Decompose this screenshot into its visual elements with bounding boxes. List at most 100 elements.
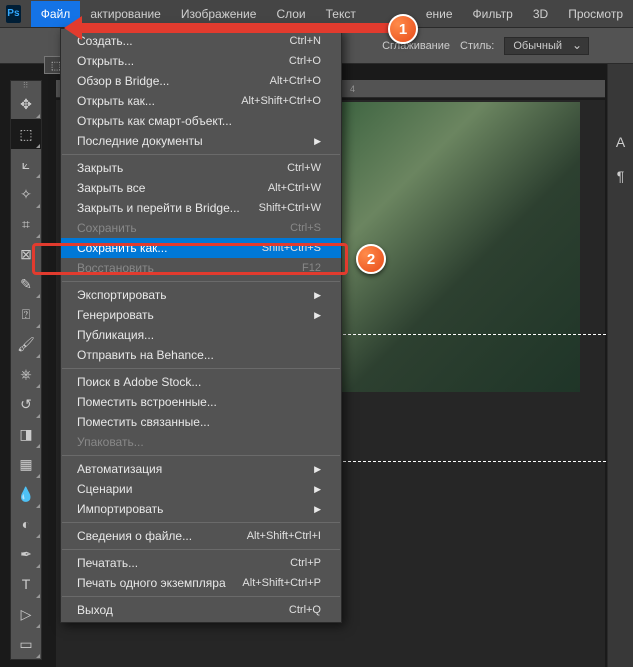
ruler-tick: 4 [350, 84, 355, 94]
menu-item[interactable]: Открыть как смарт-объект... [61, 111, 341, 131]
menu-item[interactable]: Печать одного экземпляраAlt+Shift+Ctrl+P [61, 573, 341, 593]
menu-item[interactable]: Открыть как...Alt+Shift+Ctrl+O [61, 91, 341, 111]
menu-item-label: Печатать... [77, 556, 138, 570]
menu-item-label: Сценарии [77, 482, 132, 496]
menu-item-label: Последние документы [77, 134, 203, 148]
frame-tool[interactable]: ⊠ [11, 239, 41, 269]
menu-separator [62, 154, 340, 155]
move-tool[interactable]: ✥ [11, 89, 41, 119]
eraser-tool[interactable]: ◨ [11, 419, 41, 449]
menu-shortcut: F12 [302, 262, 321, 274]
menu-item[interactable]: Закрыть и перейти в Bridge...Shift+Ctrl+… [61, 198, 341, 218]
menu-item-label: Открыть как смарт-объект... [77, 114, 232, 128]
submenu-arrow-icon: ▶ [314, 484, 321, 495]
menu-item-label: Создать... [77, 34, 133, 48]
brush-tool[interactable]: 🖌 [11, 329, 41, 359]
submenu-arrow-icon: ▶ [314, 504, 321, 515]
menu-item[interactable]: Сведения о файле... Alt+Shift+Ctrl+I [61, 526, 341, 546]
menu-separator [62, 596, 340, 597]
menu-item[interactable]: Последние документы▶ [61, 131, 341, 151]
menu-item-label: Выход [77, 603, 113, 617]
pen-tool[interactable]: ✒ [11, 539, 41, 569]
healing-tool[interactable]: ⍰ [11, 299, 41, 329]
magic-wand-tool[interactable]: ✧ [11, 179, 41, 209]
smoothing-label: Сглаживание [382, 40, 450, 52]
lasso-tool[interactable]: ⟀ [11, 149, 41, 179]
menu-item: Упаковать... [61, 432, 341, 452]
menu-item[interactable]: Закрыть всеAlt+Ctrl+W [61, 178, 341, 198]
menu-separator [62, 522, 340, 523]
crop-tool[interactable]: ⌗ [11, 209, 41, 239]
menu-item[interactable]: Выход Ctrl+Q [61, 600, 341, 620]
eyedropper-tool[interactable]: ✎ [11, 269, 41, 299]
panel-strip: A ¶ [607, 64, 633, 667]
blur-tool[interactable]: 💧 [11, 479, 41, 509]
menu-item-label: Закрыть и перейти в Bridge... [77, 201, 240, 215]
submenu-arrow-icon: ▶ [314, 310, 321, 321]
history-brush-tool[interactable]: ↺ [11, 389, 41, 419]
menu-item-label: Экспортировать [77, 288, 167, 302]
menu-item[interactable]: Генерировать ▶ [61, 305, 341, 325]
menu-separator [62, 281, 340, 282]
annotation-callout-1: 1 [388, 14, 418, 44]
paragraph-panel-icon[interactable]: ¶ [617, 168, 625, 184]
menu-item[interactable]: Экспортировать▶ [61, 285, 341, 305]
style-label: Стиль: [460, 40, 494, 52]
annotation-arrow [80, 23, 390, 33]
path-select-tool[interactable]: ▷ [11, 599, 41, 629]
menu-item-label: Сохранить [77, 221, 137, 235]
gradient-tool[interactable]: ▦ [11, 449, 41, 479]
menu-filter[interactable]: Фильтр [463, 1, 523, 27]
menu-item-label: Открыть как... [77, 94, 155, 108]
menu-shortcut: Alt+Shift+Ctrl+P [242, 577, 321, 589]
menu-shortcut: Ctrl+W [287, 162, 321, 174]
menu-item[interactable]: Открыть... Ctrl+O [61, 51, 341, 71]
style-select[interactable]: Обычный [504, 37, 589, 55]
menu-item-label: Поместить встроенные... [77, 395, 217, 409]
app-logo: Ps [6, 5, 21, 23]
menu-item[interactable]: Импортировать ▶ [61, 499, 341, 519]
menu-item[interactable]: Автоматизация ▶ [61, 459, 341, 479]
type-tool[interactable]: T [11, 569, 41, 599]
menu-item-label: Автоматизация [77, 462, 162, 476]
toolbox-grip[interactable]: ⠿ [11, 81, 41, 89]
menu-item[interactable]: Поместить связанные... [61, 412, 341, 432]
menu-item: Восстановить F12 [61, 258, 341, 278]
stamp-tool[interactable]: ⎈ [11, 359, 41, 389]
menu-item-label: Сохранить как... [77, 241, 167, 255]
menu-item[interactable]: Сценарии ▶ [61, 479, 341, 499]
submenu-arrow-icon: ▶ [314, 464, 321, 475]
menu-item-label: Закрыть [77, 161, 123, 175]
menu-item-label: Сведения о файле... [77, 529, 192, 543]
menu-item[interactable]: Обзор в Bridge...Alt+Ctrl+O [61, 71, 341, 91]
menu-shortcut: Alt+Shift+Ctrl+I [247, 530, 321, 542]
menu-shortcut: Alt+Ctrl+O [270, 75, 321, 87]
menu-item-label: Поиск в Adobe Stock... [77, 375, 201, 389]
menu-3d[interactable]: 3D [523, 1, 558, 27]
menu-shortcut: Ctrl+Q [289, 604, 321, 616]
menu-item-label: Открыть... [77, 54, 134, 68]
menu-separator [62, 549, 340, 550]
menu-item[interactable]: Сохранить как...Shift+Ctrl+S [61, 238, 341, 258]
shape-tool[interactable]: ▭ [11, 629, 41, 659]
menu-view[interactable]: Просмотр [558, 1, 633, 27]
menu-item[interactable]: Поместить встроенные... [61, 392, 341, 412]
menu-item-label: Восстановить [77, 261, 154, 275]
menu-separator [62, 368, 340, 369]
menu-separator [62, 455, 340, 456]
menu-shortcut: Ctrl+O [289, 55, 321, 67]
menu-shortcut: Ctrl+S [290, 222, 321, 234]
dodge-tool[interactable]: ◐ [11, 509, 41, 539]
menu-item[interactable]: Публикация... [61, 325, 341, 345]
menu-select[interactable]: ение [416, 1, 463, 27]
menu-item-label: Генерировать [77, 308, 154, 322]
menu-item[interactable]: Отправить на Behance... [61, 345, 341, 365]
menu-item[interactable]: Печатать...Ctrl+P [61, 553, 341, 573]
menu-item-label: Отправить на Behance... [77, 348, 214, 362]
menu-item[interactable]: Закрыть Ctrl+W [61, 158, 341, 178]
menu-item[interactable]: Поиск в Adobe Stock... [61, 372, 341, 392]
menu-item-label: Импортировать [77, 502, 163, 516]
char-panel-icon[interactable]: A [616, 134, 625, 150]
marquee-tool[interactable]: ⬚ [11, 119, 41, 149]
menu-item[interactable]: Создать...Ctrl+N [61, 31, 341, 51]
